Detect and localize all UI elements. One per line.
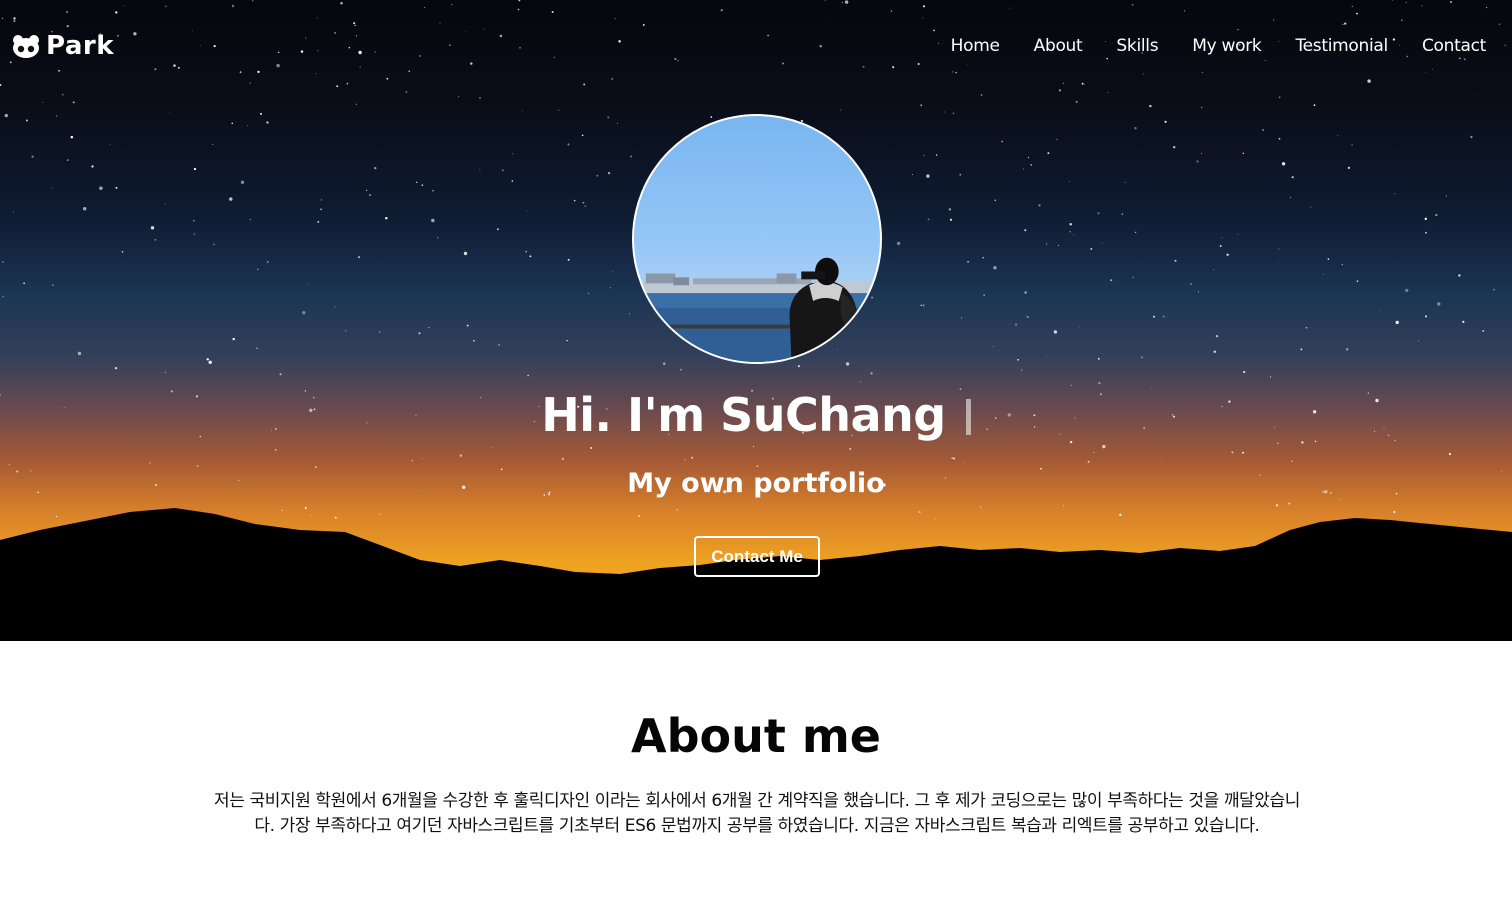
hero-title-text: Hi. I'm SuChang [541,388,946,442]
nav-menu: Home About Skills My work Testimonial Co… [934,34,1487,58]
typing-cursor [965,399,971,435]
nav-item-about[interactable]: About [1017,34,1100,58]
bear-icon [13,35,39,58]
nav-item-contact[interactable]: Contact [1405,34,1486,58]
profile-avatar [632,114,882,364]
brand-name: Park [46,31,115,61]
nav-item-home[interactable]: Home [934,34,1017,58]
nav-item-skills[interactable]: Skills [1099,34,1175,58]
about-title: About me [630,709,881,763]
brand-logo[interactable]: Park [12,30,114,62]
about-section: About me 저는 국비지원 학원에서 6개월을 수강한 후 훌릭디자인 이… [0,641,1512,899]
hero-subtitle: My own portfolio [627,468,885,499]
nav-item-testimonial[interactable]: Testimonial [1278,34,1405,58]
about-description: 저는 국비지원 학원에서 6개월을 수강한 후 훌릭디자인 이라는 회사에서 6… [213,791,1301,836]
contact-me-button[interactable]: Contact Me [694,536,820,577]
hero-title: Hi. I'm SuChang [0,388,1512,442]
nav-item-my-work[interactable]: My work [1175,34,1278,58]
hero-section: Park Home About Skills My work Testimoni… [0,0,1512,641]
navbar: Park Home About Skills My work Testimoni… [0,0,1512,92]
